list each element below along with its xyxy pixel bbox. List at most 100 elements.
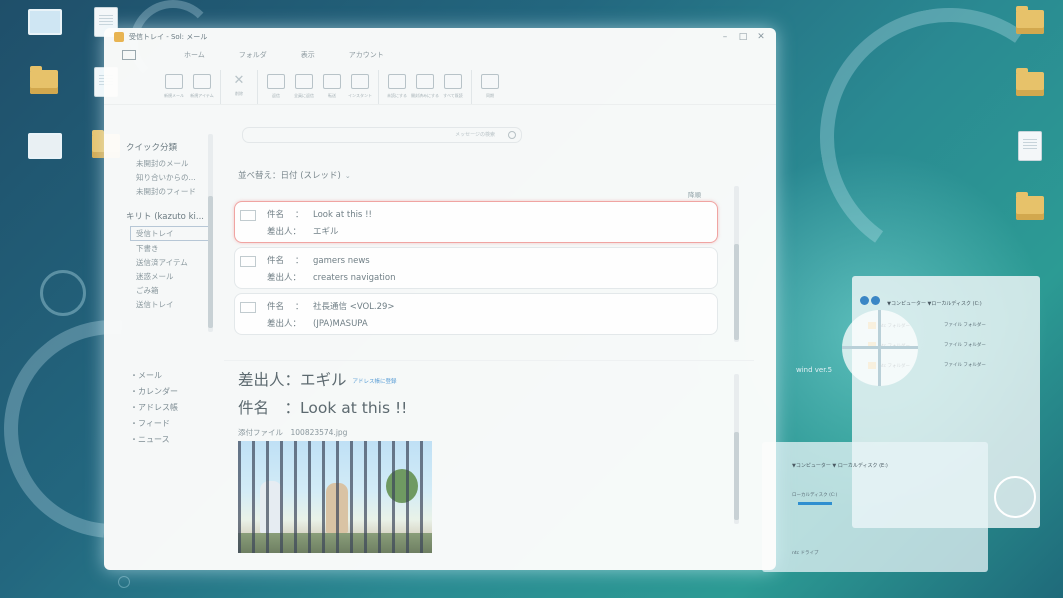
ribbon-group-delete: ✕ 削除: [221, 70, 258, 104]
tab-account[interactable]: アカウント: [349, 50, 384, 60]
mail-icon: [28, 133, 62, 159]
folder-sent[interactable]: 送信済アイテム: [136, 256, 218, 269]
delete-button[interactable]: ✕ 削除: [225, 71, 253, 103]
mark-all-read-icon: [444, 74, 462, 89]
folder-icon: [114, 32, 124, 42]
add-to-address-book-link[interactable]: アドレス帳に登録: [353, 379, 397, 385]
os-watermark: wind ver.5: [796, 366, 833, 374]
preview-sender: 差出人：エギル アドレス帳に登録: [238, 371, 397, 389]
quick-view-contacts-mail[interactable]: 知り合いからの...: [136, 171, 218, 184]
drive-row[interactable]: ntc ドライブ: [792, 550, 819, 556]
mail-window[interactable]: 受信トレイ - Sol: メール – □ ✕ ホーム フォルダ 表示 アカウント…: [104, 28, 776, 570]
folder-pane: クイック分類 未開封のメール 知り合いからの... 未開封のフィード キリト (…: [122, 136, 218, 556]
quick-views-heading: クイック分類: [126, 143, 178, 153]
message-subject: Look at this !!: [313, 210, 372, 220]
delete-icon: ✕: [233, 73, 245, 88]
folder-pane-scrollbar[interactable]: [208, 134, 213, 332]
drive-row[interactable]: ローカルディスク (C:): [792, 492, 837, 498]
nav-calendar[interactable]: ・カレンダー: [130, 385, 218, 399]
explorer-window-2[interactable]: ▼コンピューター ▼ ローカルディスク (E:) ローカルディスク (C:) n…: [762, 442, 988, 572]
envelope-icon: [240, 302, 256, 313]
nav-address-book[interactable]: ・アドレス帳: [130, 401, 218, 415]
nav-news[interactable]: ・ニュース: [130, 433, 218, 447]
folder-icon: [1016, 68, 1044, 96]
quick-view-unread-feeds[interactable]: 未開封のフィード: [136, 185, 218, 198]
forward-button[interactable]: [871, 296, 880, 305]
message-item[interactable]: 件名：社長通信 <VOL.29> 差出人： (JPA)MASUPA: [234, 293, 718, 335]
message-sender: (JPA)MASUPA: [313, 319, 368, 329]
new-item-icon: [193, 74, 211, 89]
deco-circle: [118, 576, 130, 588]
reply-button[interactable]: 返信: [262, 71, 290, 103]
desktop-folder-icon[interactable]: [1010, 4, 1050, 44]
attachment-label[interactable]: 添付ファイル 100823574.jpg: [238, 427, 407, 438]
message-item[interactable]: 件名： gamers news 差出人： creaters navigation: [234, 247, 718, 289]
message-item[interactable]: 件名： Look at this !! 差出人： エギル: [234, 201, 718, 243]
explorer-path: ▼コンピューター ▼ローカルディスク (C:): [887, 301, 982, 307]
sync-icon: [481, 74, 499, 89]
deco-crosshair: [842, 310, 918, 386]
window-title: 受信トレイ - Sol: メール: [129, 33, 208, 41]
envelope-icon: [240, 210, 256, 221]
desktop-computer-icon[interactable]: [24, 4, 64, 44]
tab-folder[interactable]: フォルダ: [239, 50, 267, 60]
desktop-document-icon[interactable]: [1010, 128, 1050, 168]
folder-outbox[interactable]: 送信トレイ: [136, 298, 218, 311]
mark-read-icon: [416, 74, 434, 89]
folder-drafts[interactable]: 下書き: [136, 242, 218, 255]
nav-feeds[interactable]: ・フィード: [130, 417, 218, 431]
folder-trash[interactable]: ごみ箱: [136, 284, 218, 297]
reply-all-button[interactable]: 全員に返信: [290, 71, 318, 103]
reading-pane-scrollbar[interactable]: [734, 374, 739, 524]
tab-home[interactable]: ホーム: [184, 50, 205, 60]
nav-mail[interactable]: ・メール: [130, 369, 218, 383]
instant-button[interactable]: インスタント: [346, 71, 374, 103]
back-button[interactable]: [860, 296, 869, 305]
maximize-icon[interactable]: □: [738, 33, 748, 42]
new-item-button[interactable]: 新規アイテム: [188, 71, 216, 103]
account-heading[interactable]: キリト (kazuto ki...: [126, 210, 218, 222]
folder-icon: [1016, 192, 1044, 220]
sync-button[interactable]: 同期: [476, 71, 504, 103]
forward-button[interactable]: 転送: [318, 71, 346, 103]
sort-selector[interactable]: 並べ替え：日付 (スレッド) ⌄: [238, 169, 351, 181]
deco-circle: [40, 270, 86, 316]
ribbon-group-read: 未読にする 開封済みにする すべて既読: [379, 70, 472, 104]
message-sender: エギル: [313, 227, 339, 237]
drive-usage-bar: [798, 502, 832, 505]
new-mail-button[interactable]: 新規メール: [160, 71, 188, 103]
search-icon[interactable]: [508, 131, 516, 139]
desktop-folder-icon[interactable]: [1010, 66, 1050, 106]
folder-inbox[interactable]: 受信トレイ: [130, 226, 209, 241]
explorer-titlebar: ▼コンピューター ▼ローカルディスク (C:): [860, 290, 982, 309]
tab-view[interactable]: 表示: [301, 50, 315, 60]
deco-circle: [994, 476, 1036, 518]
sort-order-link[interactable]: 降順: [688, 189, 701, 199]
message-subject: gamers news: [313, 256, 370, 266]
ribbon-tabs: ホーム フォルダ 表示 アカウント: [104, 46, 776, 64]
scrollbar-thumb[interactable]: [734, 432, 739, 520]
mark-all-read-button[interactable]: すべて既読: [439, 71, 467, 103]
scrollbar-thumb[interactable]: [734, 244, 739, 340]
mail-icon[interactable]: [122, 50, 136, 60]
quick-view-unread-mail[interactable]: 未開封のメール: [136, 157, 218, 170]
search-input[interactable]: メッセージの検索: [242, 127, 522, 143]
scrollbar-thumb[interactable]: [208, 196, 213, 328]
close-icon[interactable]: ✕: [756, 33, 766, 42]
desktop-mail-icon[interactable]: [24, 128, 64, 168]
desktop-folder-icon[interactable]: [24, 64, 64, 104]
mark-read-button[interactable]: 開封済みにする: [411, 71, 439, 103]
pane-divider: [224, 360, 754, 361]
computer-icon: [28, 9, 62, 35]
reply-all-icon: [295, 74, 313, 89]
folder-junk[interactable]: 迷惑メール: [136, 270, 218, 283]
attachment-image[interactable]: [238, 441, 432, 553]
mark-unread-button[interactable]: 未読にする: [383, 71, 411, 103]
message-list-scrollbar[interactable]: [734, 186, 739, 342]
forward-icon: [323, 74, 341, 89]
preview-subject: 件名 ：Look at this !!: [238, 399, 408, 417]
window-titlebar[interactable]: 受信トレイ - Sol: メール – □ ✕: [104, 28, 776, 46]
ribbon-group-new: 新規メール 新規アイテム: [156, 70, 221, 104]
minimize-icon[interactable]: –: [720, 33, 730, 42]
desktop-folder-icon[interactable]: [1010, 190, 1050, 230]
